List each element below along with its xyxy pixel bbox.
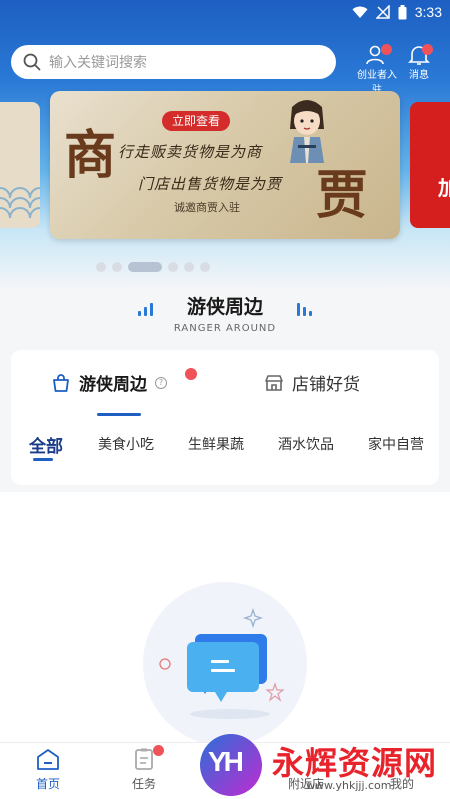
signal-bars-right-icon	[297, 303, 312, 316]
watermark-title: 永辉资源网	[272, 744, 438, 782]
task-icon	[131, 745, 164, 771]
message-label: 消息	[409, 70, 429, 81]
watermark-logo: YH	[200, 734, 262, 796]
empty-state-area	[0, 492, 450, 746]
empty-message-illustration	[159, 607, 285, 719]
store-icon	[265, 374, 283, 391]
carousel-banner[interactable]: 商 立即查看 行走贩卖货物是为商 门店出售货物是为贾 贾 诚邀商贾入驻	[50, 91, 400, 239]
nav-task[interactable]: 任务	[114, 745, 174, 792]
tab-label: 游侠周边	[79, 375, 147, 395]
tab-active-underline	[97, 413, 141, 416]
slide-next-text: 加	[438, 176, 450, 200]
banner-cta-button[interactable]: 立即查看	[162, 111, 231, 131]
search-placeholder: 输入关键词搜索	[49, 55, 147, 71]
category-fresh[interactable]: 生鲜果蔬	[188, 434, 244, 454]
category-all[interactable]: 全部	[29, 432, 63, 457]
notification-dot	[185, 368, 197, 380]
category-active-underline	[33, 458, 53, 461]
tab-store-goods[interactable]: 店铺好货	[264, 370, 360, 395]
notification-dot	[381, 44, 392, 55]
category-drinks[interactable]: 酒水饮品	[278, 434, 334, 454]
notification-dot	[422, 44, 433, 55]
carousel-slide-next[interactable]: 加	[410, 102, 450, 228]
tab-ranger-around[interactable]: 游侠周边 ?	[51, 368, 197, 395]
battery-icon	[398, 4, 407, 19]
banner-line-1: 行走贩卖货物是为商	[118, 143, 263, 161]
category-snacks[interactable]: 美食小吃	[98, 434, 154, 454]
carousel-indicator	[96, 262, 210, 272]
nav-label: 任务	[131, 777, 156, 791]
carousel-slide-prev[interactable]	[0, 102, 40, 228]
carousel-dot[interactable]	[184, 262, 194, 272]
section-subtitle: RANGER AROUND	[173, 323, 277, 334]
carousel-dot[interactable]	[168, 262, 178, 272]
person-add-icon	[365, 44, 392, 66]
category-card: 游侠周边 ? 店铺好货 全部 美食小吃 生鲜果蔬 酒水饮品 家中自营	[11, 350, 439, 485]
banner-big-char-1: 商	[64, 125, 117, 186]
notification-dot	[153, 745, 164, 756]
category-bar: 全部 美食小吃 生鲜果蔬 酒水饮品 家中自营	[11, 430, 439, 460]
category-self-run[interactable]: 家中自营	[368, 434, 424, 454]
section-header: 游侠周边 RANGER AROUND	[0, 292, 450, 334]
banner-line-2: 门店出售货物是为贾	[138, 175, 283, 193]
watermark-logo-text: YH	[208, 746, 244, 777]
entrepreneur-button[interactable]: 创业者入驻	[354, 44, 400, 96]
wifi-icon	[352, 6, 368, 18]
status-bar: 3:33	[0, 0, 450, 26]
shopping-bag-icon	[53, 373, 69, 392]
nav-home[interactable]: 首页	[18, 747, 78, 792]
tab-label: 店铺好货	[292, 375, 360, 395]
status-time: 3:33	[414, 4, 442, 20]
carousel-dot[interactable]	[112, 262, 122, 272]
carousel-dot[interactable]	[96, 262, 106, 272]
cartoon-character-illustration	[290, 100, 324, 163]
watermark: YH 永辉资源网 www.yhkjjj.com	[200, 734, 450, 799]
banner-subtitle: 诚邀商贾入驻	[174, 201, 240, 214]
search-icon	[23, 53, 41, 71]
carousel-dot-active[interactable]	[128, 262, 162, 272]
message-button[interactable]: 消息	[396, 44, 442, 81]
section-title: 游侠周边	[186, 296, 263, 318]
carousel-dot[interactable]	[200, 262, 210, 272]
bell-icon	[407, 44, 433, 66]
home-icon	[35, 747, 61, 771]
search-input[interactable]: 输入关键词搜索	[11, 45, 336, 79]
watermark-url: www.yhkjjj.com	[306, 779, 392, 792]
no-signal-icon	[375, 5, 390, 19]
wave-pattern	[0, 187, 40, 219]
nav-label: 首页	[35, 777, 60, 791]
help-icon[interactable]: ?	[155, 376, 167, 389]
